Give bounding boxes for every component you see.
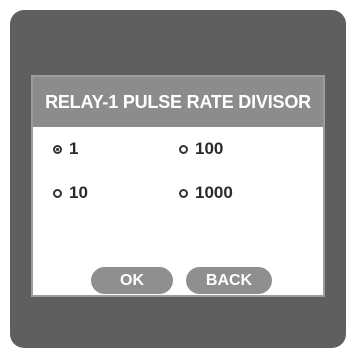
divisor-options: 1 100 10 1000 [33,127,323,295]
option-label: 100 [195,139,224,158]
option-100[interactable]: 100 [179,139,223,159]
radio-icon[interactable] [179,188,188,198]
option-label: 1 [69,139,79,158]
option-1000[interactable]: 1000 [179,183,233,203]
pulse-rate-divisor-dialog: RELAY-1 PULSE RATE DIVISOR 1 100 10 1000… [31,75,325,297]
ok-button[interactable]: OK [91,267,173,294]
option-1[interactable]: 1 [53,139,78,159]
dialog-title: RELAY-1 PULSE RATE DIVISOR [33,77,323,127]
back-button[interactable]: BACK [186,267,272,294]
option-label: 10 [69,183,88,202]
radio-icon[interactable] [179,144,188,154]
option-10[interactable]: 10 [53,183,88,203]
option-label: 1000 [195,183,233,202]
radio-icon[interactable] [53,188,62,198]
radio-selected-icon[interactable] [53,144,62,154]
